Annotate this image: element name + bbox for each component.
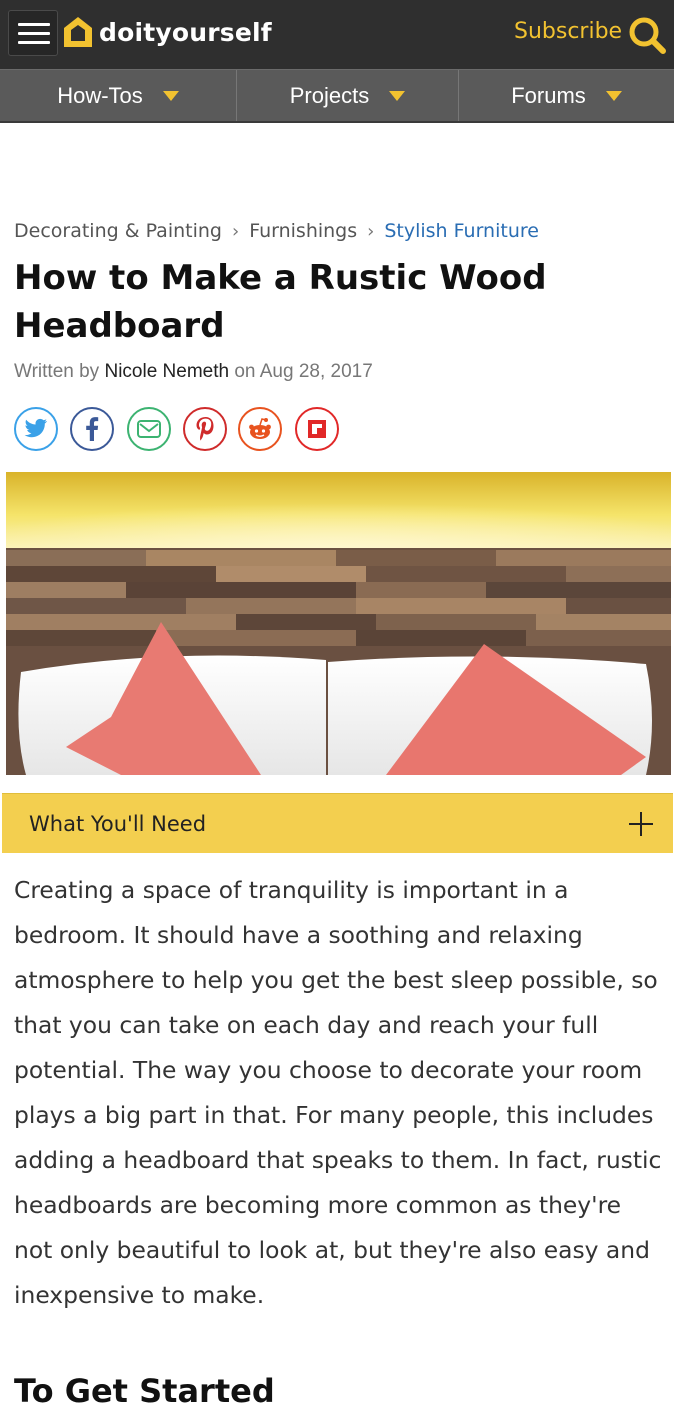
top-bar: doityourself Subscribe [0, 0, 674, 69]
dropdown-arrow-icon [162, 90, 179, 101]
dropdown-arrow-icon [389, 90, 406, 101]
site-logo[interactable]: doityourself [62, 12, 272, 52]
subscribe-link[interactable]: Subscribe [514, 19, 622, 44]
accordion-label: What You'll Need [29, 812, 207, 836]
nav-label: Forums [511, 82, 586, 108]
nav-label: Projects [289, 82, 370, 108]
author-link[interactable]: Nicole Nemeth [104, 361, 229, 382]
nav-how-tos[interactable]: How-Tos [0, 70, 237, 121]
chevron-right-icon: › [367, 220, 375, 242]
flipboard-icon[interactable] [295, 407, 339, 451]
logo-text: doityourself [99, 17, 272, 47]
house-logo-icon [64, 17, 92, 47]
dropdown-arrow-icon [605, 90, 622, 101]
byline: Written by Nicole Nemeth on Aug 28, 2017 [14, 361, 373, 383]
publish-date: Aug 28, 2017 [259, 361, 373, 382]
plus-icon[interactable] [629, 812, 653, 836]
pinterest-icon[interactable] [183, 407, 227, 451]
twitter-icon[interactable] [14, 407, 58, 451]
facebook-icon[interactable] [70, 407, 114, 451]
hamburger-menu-icon[interactable] [8, 10, 58, 56]
nav-projects[interactable]: Projects [237, 70, 459, 121]
what-you-need-accordion[interactable]: What You'll Need [2, 793, 673, 853]
breadcrumb-item[interactable]: Decorating & Painting [14, 220, 222, 242]
search-icon[interactable] [627, 15, 667, 55]
nav-forums[interactable]: Forums [459, 70, 674, 121]
nav-label: How-Tos [57, 82, 143, 108]
reddit-icon[interactable] [238, 407, 282, 451]
main-nav: How-Tos Projects Forums [0, 69, 674, 123]
byline-on: on [234, 361, 256, 382]
email-icon[interactable] [127, 407, 171, 451]
article-intro: Creating a space of tranquility is impor… [14, 876, 662, 1309]
breadcrumb-item-current[interactable]: Stylish Furniture [384, 220, 539, 242]
chevron-right-icon: › [231, 220, 240, 242]
breadcrumb: Decorating & Painting › Furnishings › St… [14, 220, 539, 242]
section-heading: To Get Started [14, 1372, 275, 1410]
article-title: How to Make a Rustic Wood Headboard [14, 258, 547, 346]
hero-image [6, 472, 671, 775]
breadcrumb-item[interactable]: Furnishings [249, 220, 357, 242]
byline-prefix: Written by [14, 361, 100, 382]
